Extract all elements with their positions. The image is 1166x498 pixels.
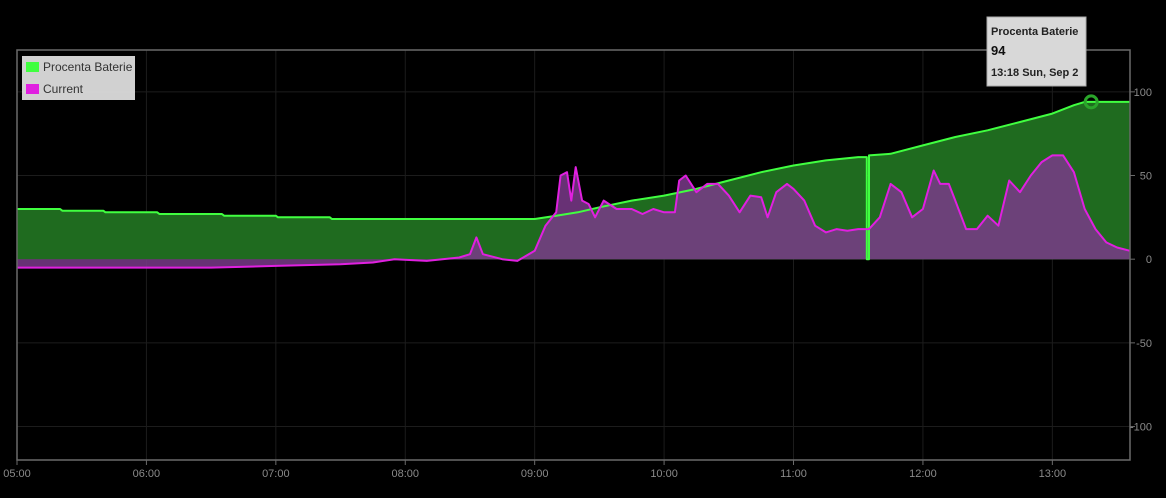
x-tick-label: 09:00 [521,468,549,480]
x-tick-label: 12:00 [909,468,937,480]
x-tick-label: 13:00 [1039,468,1067,480]
tooltip: Procenta Baterie 94 13:18 Sun, Sep 2 [986,16,1087,87]
x-tick-label: 11:00 [780,468,807,480]
y-tick-label: 50 [1140,171,1152,183]
tooltip-series-name: Procenta Baterie [991,26,1078,38]
x-tick-label: 08:00 [391,468,419,480]
battery-chart: 100 50 0 -50 -100 05:00 06:00 07:00 08:00 09:00 1… [0,0,1166,493]
legend-swatch-current [26,84,39,94]
y-tick-label: 0 [1146,254,1152,266]
tooltip-time: 13:18 Sun, Sep 2 [991,67,1078,79]
legend-swatch-procenta-baterie [26,62,39,72]
y-tick-label: -50 [1136,338,1152,350]
x-axis: 05:00 06:00 07:00 08:00 09:00 10:00 11:00 12:00… [3,460,1066,480]
x-tick-label: 05:00 [3,468,31,480]
x-tick-label: 10:00 [650,468,678,480]
x-tick-label: 06:00 [133,468,161,480]
x-tick-label: 07:00 [262,468,290,480]
chart-canvas: 100 50 0 -50 -100 05:00 06:00 07:00 08:00 09:00 1… [3,16,1152,480]
legend-label-current[interactable]: Current [43,82,84,96]
y-axis: 100 50 0 -50 -100 [1130,87,1152,434]
legend-label-procenta-baterie[interactable]: Procenta Baterie [43,60,133,74]
tooltip-value: 94 [991,43,1006,58]
y-tick-label: 100 [1134,87,1152,99]
y-tick-label: -100 [1130,422,1152,434]
legend[interactable]: Procenta Baterie Current [22,56,135,100]
